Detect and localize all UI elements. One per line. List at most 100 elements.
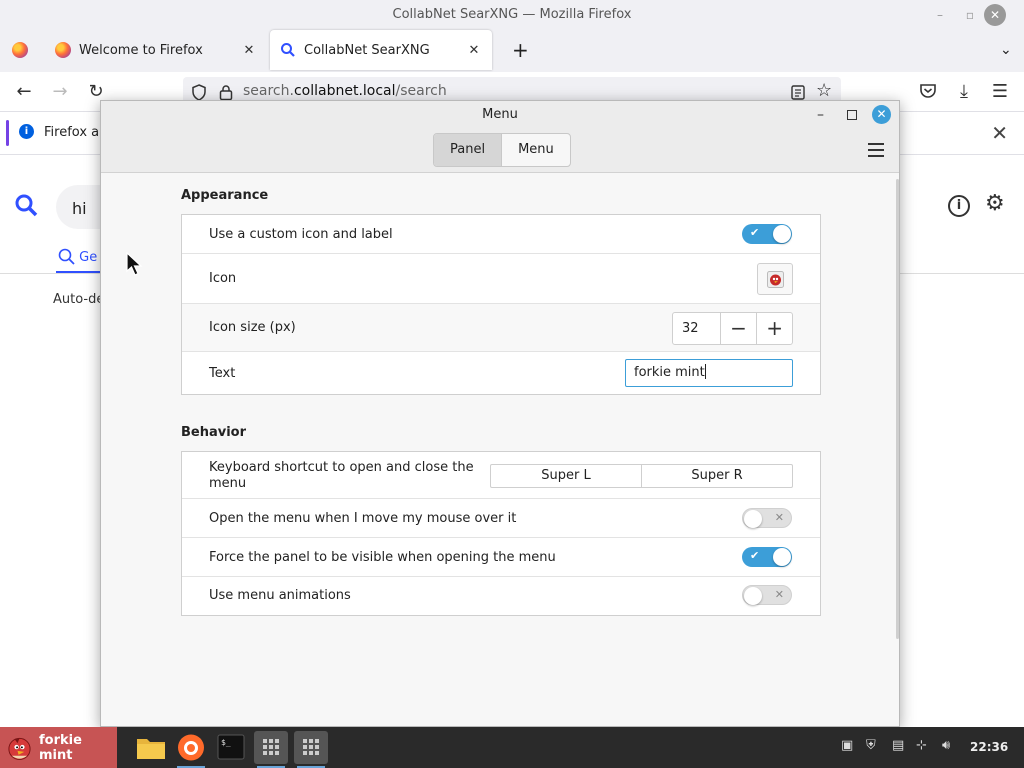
tab-general[interactable]: Ge [58,248,97,265]
custom-icon-row: Use a custom icon and label ✔ [182,215,820,254]
tab-general-label: Ge [79,250,98,265]
dialog-title: Menu [482,107,518,122]
shortcut-super-l-button[interactable]: Super L [491,465,641,487]
animations-label: Use menu animations [209,588,351,603]
svg-text:$_: $_ [221,738,231,747]
close-window-button[interactable]: ✕ [984,4,1006,26]
taskbar-firefox[interactable] [174,731,208,768]
info-icon[interactable]: i [948,195,970,217]
mouse-pointer-icon [126,252,143,276]
search-query-text[interactable]: hi [72,199,87,218]
autodetect-language[interactable]: Auto-de [53,292,104,307]
shortcut-buttons: Super L Super R [490,464,793,488]
forward-arrow-icon[interactable]: → [48,80,72,104]
taskbar-app-grid-2[interactable] [294,731,328,768]
terminal-icon: $_ [217,734,245,760]
list-tabs-chevron-icon[interactable]: ⌄ [990,30,1016,70]
taskbar-terminal[interactable]: $_ [214,731,248,764]
taskbar-app-grid-1[interactable] [254,731,288,768]
tab-title: CollabNet SearXNG [304,42,430,58]
icon-size-stepper[interactable]: 32 − + [672,312,793,345]
close-icon[interactable]: ✕ [991,121,1008,145]
close-dialog-button[interactable]: ✕ [872,105,891,124]
back-arrow-icon[interactable]: ← [12,80,36,104]
view-switcher: Panel Menu [433,133,571,167]
hamburger-menu-icon[interactable] [868,143,884,157]
text-row: Text forkie mint [182,352,820,394]
pocket-icon[interactable] [919,83,937,100]
maximize-icon[interactable] [847,110,857,120]
gear-icon[interactable]: ⚙ [985,191,1005,216]
start-menu-button[interactable]: forkie mint [0,727,117,768]
decrement-icon[interactable]: − [721,313,757,344]
icon-picker-button[interactable] [757,263,793,295]
appearance-settings: Use a custom icon and label ✔ Icon Icon … [181,214,821,395]
text-label: Text [209,366,236,381]
tab-strip: Welcome to Firefox ✕ CollabNet SearXNG ✕… [0,30,1024,72]
lock-icon[interactable] [219,84,233,101]
folder-icon [137,739,165,759]
app-grid-icon [303,739,319,755]
firefox-view-button[interactable] [0,30,40,70]
tab-close-icon[interactable]: ✕ [241,43,257,58]
url-host: collabnet.local [293,83,396,99]
search-icon[interactable] [14,193,38,217]
icon-row: Icon [182,254,820,304]
tab-title: Welcome to Firefox [79,42,203,58]
tab-close-icon[interactable]: ✕ [466,43,482,58]
shield-tray-icon[interactable]: ⛨ [866,738,876,753]
url-text[interactable]: search.collabnet.local/search [243,83,447,99]
tab-welcome[interactable]: Welcome to Firefox ✕ [45,30,267,70]
check-icon: ✔ [750,549,760,562]
check-icon: ✔ [750,226,760,239]
hover-toggle[interactable]: ✕ [742,508,792,528]
shield-icon[interactable] [191,84,207,101]
cross-icon: ✕ [774,511,784,524]
text-cursor [704,364,706,379]
window-title: CollabNet SearXNG — Mozilla Firefox [392,7,632,22]
force-panel-toggle[interactable]: ✔ [742,547,792,567]
firefox-icon [12,42,28,58]
search-icon [58,248,75,265]
notification-accent [6,120,9,146]
menu-text-field[interactable]: forkie mint [625,359,793,387]
tab-panel[interactable]: Panel [434,134,503,166]
hover-label: Open the menu when I move my mouse over … [209,511,517,526]
tab-menu[interactable]: Menu [502,134,570,166]
animations-toggle[interactable]: ✕ [742,585,792,605]
shortcut-label: Keyboard shortcut to open and close the … [209,460,474,491]
bookmark-star-icon[interactable]: ☆ [816,80,832,101]
shortcut-row: Keyboard shortcut to open and close the … [182,452,820,499]
updates-tray-icon[interactable]: ▤ [892,738,904,753]
minimize-icon[interactable]: – [930,5,950,25]
url-path: /search [395,83,447,99]
angry-bird-icon [767,271,784,288]
notifications-tray-icon[interactable]: ▣ [841,738,853,753]
custom-icon-toggle[interactable]: ✔ [742,224,792,244]
custom-icon-label: Use a custom icon and label [209,227,393,242]
animations-row: Use menu animations ✕ [182,577,820,615]
taskbar-files[interactable] [134,731,168,764]
scrollbar[interactable] [896,179,899,639]
downloads-icon[interactable]: ⤓ [952,80,976,104]
hamburger-menu-icon[interactable]: ☰ [988,80,1012,104]
icon-size-value[interactable]: 32 [673,313,721,344]
tab-searxng[interactable]: CollabNet SearXNG ✕ [270,30,492,70]
firefox-icon [178,734,204,761]
app-grid-icon [263,739,279,755]
notification-text: Firefox au [44,125,108,140]
shortcut-super-r-button[interactable]: Super R [641,465,792,487]
info-icon: i [19,124,34,139]
increment-icon[interactable]: + [756,313,792,344]
icon-size-label: Icon size (px) [209,320,296,335]
reader-view-icon[interactable] [791,85,805,100]
cross-icon: ✕ [774,588,784,601]
network-tray-icon[interactable]: ⊹ [916,738,927,753]
new-tab-button[interactable]: + [502,30,529,70]
volume-tray-icon[interactable]: 🔊︎ [942,738,950,753]
minimize-icon[interactable]: – [817,107,824,123]
clock[interactable]: 22:36 [970,740,1008,754]
maximize-icon[interactable]: ▫ [960,5,980,25]
behavior-settings: Keyboard shortcut to open and close the … [181,451,821,616]
dialog-body: Appearance Use a custom icon and label ✔… [101,174,899,726]
